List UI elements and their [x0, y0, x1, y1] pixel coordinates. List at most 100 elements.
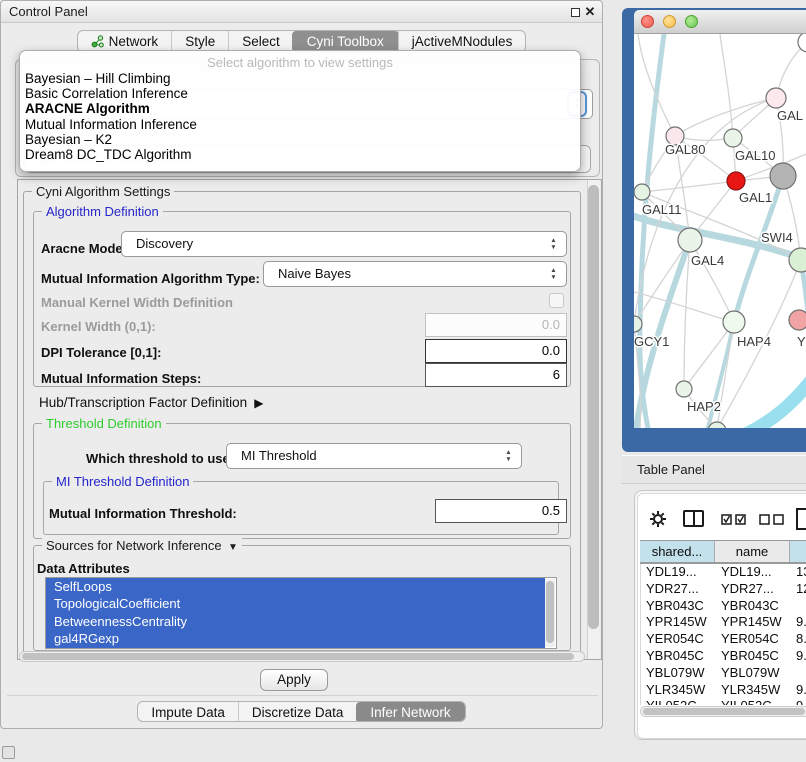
- list-vertical-scrollbar[interactable]: [545, 579, 555, 647]
- tab-cyni-toolbox[interactable]: Cyni Toolbox: [292, 31, 399, 52]
- mi-threshold-label: Mutual Information Threshold:: [49, 506, 237, 521]
- list-item-selected[interactable]: SelfLoops: [46, 578, 545, 595]
- scrollbar-thumb[interactable]: [22, 653, 574, 660]
- network-window-titlebar[interactable]: [634, 10, 806, 34]
- dropdown-item[interactable]: Bayesian – Hill Climbing: [20, 71, 580, 86]
- dropdown-item-selected[interactable]: ARACNE Algorithm: [20, 101, 580, 116]
- scrollbar-thumb[interactable]: [546, 581, 554, 643]
- node-table: shared... name YDL19...YDL19...13 YDR27.…: [640, 540, 806, 705]
- tab-infer-network[interactable]: Infer Network: [356, 702, 464, 722]
- node[interactable]: [678, 228, 702, 252]
- float-window-icon[interactable]: [571, 8, 580, 17]
- table-row[interactable]: YIL052CYIL052C9.: [641, 698, 806, 705]
- kernel-width-label: Kernel Width (0,1):: [41, 319, 156, 334]
- select-all-icon[interactable]: [721, 514, 747, 525]
- mi-type-combobox[interactable]: Naive Bayes ▲▼: [263, 261, 567, 287]
- network-node-labels: GAL GAL80 GAL10 GAL1 GAL11 GAL4 SWI4 GCY…: [634, 108, 806, 414]
- stepper-arrows-icon: ▲▼: [547, 236, 560, 253]
- network-canvas[interactable]: GAL GAL80 GAL10 GAL1 GAL11 GAL4 SWI4 GCY…: [634, 34, 806, 428]
- swoosh-edge: [746, 374, 806, 428]
- apply-button[interactable]: Apply: [260, 669, 328, 691]
- svg-text:HAP2: HAP2: [687, 399, 721, 414]
- hub-definition-toggle[interactable]: Hub/Transcription Factor Definition ▶: [39, 395, 263, 410]
- kernel-width-field[interactable]: 0.0: [425, 313, 567, 337]
- dropdown-item[interactable]: Bayesian – K2: [20, 132, 580, 147]
- table-horizontal-scrollbar[interactable]: [640, 706, 806, 717]
- scrollbar-thumb[interactable]: [643, 708, 805, 715]
- control-panel-titlebar[interactable]: Control Panel ✕: [1, 1, 602, 23]
- node[interactable]: [770, 163, 796, 189]
- settings-gear-icon[interactable]: [649, 510, 667, 528]
- dpi-tolerance-field[interactable]: 0.0: [425, 339, 567, 363]
- tab-style[interactable]: Style: [171, 31, 228, 52]
- which-threshold-combobox[interactable]: MI Threshold ▲▼: [226, 443, 522, 469]
- minimize-traffic-light[interactable]: [663, 15, 676, 28]
- zoom-traffic-light[interactable]: [685, 15, 698, 28]
- column-header[interactable]: [790, 541, 806, 562]
- settings-horizontal-scrollbar[interactable]: [19, 651, 585, 662]
- group-title[interactable]: Sources for Network Inference ▼: [42, 538, 242, 553]
- node[interactable]: [676, 381, 692, 397]
- node[interactable]: [634, 184, 650, 200]
- table-row[interactable]: YDL19...YDL19...13: [641, 564, 806, 581]
- table-panel-inner: shared... name YDL19...YDL19...13 YDR27.…: [637, 493, 806, 739]
- manual-kernel-checkbox[interactable]: [549, 293, 564, 308]
- close-icon[interactable]: ✕: [584, 6, 596, 18]
- column-header[interactable]: name: [715, 541, 790, 562]
- table-row[interactable]: YLR345WYLR345W9.: [641, 682, 806, 699]
- deselect-all-icon[interactable]: [759, 514, 785, 525]
- dropdown-item[interactable]: Dream8 DC_TDC Algorithm: [20, 147, 580, 162]
- group-title: MI Threshold Definition: [52, 474, 193, 489]
- node[interactable]: [724, 129, 742, 147]
- columns-icon[interactable]: [683, 510, 704, 527]
- network-graph: GAL GAL80 GAL10 GAL1 GAL11 GAL4 SWI4 GCY…: [634, 34, 806, 428]
- node-selected[interactable]: [727, 172, 745, 190]
- list-item-selected[interactable]: BetweennessCentrality: [46, 613, 545, 630]
- mi-threshold-field[interactable]: 0.5: [435, 499, 567, 523]
- scrollbar-thumb[interactable]: [588, 185, 599, 629]
- tab-network[interactable]: Network: [78, 31, 172, 52]
- group-title: Cyni Algorithm Settings: [32, 184, 174, 199]
- tab-label: Network: [109, 34, 159, 49]
- network-icon: [91, 35, 104, 48]
- node[interactable]: [766, 88, 786, 108]
- svg-text:GAL10: GAL10: [735, 148, 775, 163]
- table-row[interactable]: YBR045CYBR045C9.: [641, 648, 806, 665]
- svg-text:SWI4: SWI4: [761, 230, 793, 245]
- group-title: Algorithm Definition: [42, 204, 163, 219]
- svg-text:Y: Y: [797, 334, 806, 349]
- tab-jactivemnodules[interactable]: jActiveMNodules: [398, 31, 526, 52]
- table-row[interactable]: YBL079WYBL079W: [641, 665, 806, 682]
- table-row[interactable]: YDR27...YDR27...12: [641, 581, 806, 598]
- node[interactable]: [789, 310, 806, 330]
- collapsed-panel-icon[interactable]: [2, 746, 15, 759]
- node[interactable]: [723, 311, 745, 333]
- tab-impute-data[interactable]: Impute Data: [138, 702, 238, 722]
- svg-text:GAL4: GAL4: [691, 253, 724, 268]
- dpi-tolerance-label: DPI Tolerance [0,1]:: [41, 345, 161, 360]
- table-panel-titlebar[interactable]: Table Panel: [622, 455, 806, 484]
- list-item-selected[interactable]: gal4RGexp: [46, 630, 545, 647]
- list-item-selected[interactable]: TopologicalCoefficient: [46, 595, 545, 612]
- collapse-down-icon: ▼: [225, 542, 238, 553]
- aracne-mode-combobox[interactable]: Discovery ▲▼: [121, 231, 567, 257]
- table-row[interactable]: YER054CYER054C8.: [641, 631, 806, 648]
- stepper-arrows-icon: ▲▼: [502, 448, 515, 465]
- dropdown-item[interactable]: Basic Correlation Inference: [20, 86, 580, 101]
- mi-steps-field[interactable]: 6: [425, 363, 567, 387]
- separator: [7, 695, 598, 696]
- table-panel: shared... name YDL19...YDL19...13 YDR27.…: [634, 490, 806, 740]
- new-page-icon[interactable]: [795, 507, 806, 531]
- tab-discretize-data[interactable]: Discretize Data: [238, 702, 357, 722]
- tab-select[interactable]: Select: [228, 31, 293, 52]
- svg-text:GAL1: GAL1: [739, 190, 772, 205]
- svg-text:GAL11: GAL11: [642, 202, 682, 217]
- close-traffic-light[interactable]: [641, 15, 654, 28]
- column-header[interactable]: shared...: [640, 541, 715, 562]
- data-attributes-label: Data Attributes: [37, 561, 130, 576]
- table-body: YDL19...YDL19...13 YDR27...YDR27...12 YB…: [640, 564, 806, 705]
- dropdown-item[interactable]: Mutual Information Inference: [20, 117, 580, 132]
- table-row[interactable]: YPR145WYPR145W9.: [641, 614, 806, 631]
- table-row[interactable]: YBR043CYBR043C: [641, 598, 806, 615]
- data-attributes-list[interactable]: SelfLoops TopologicalCoefficient Between…: [45, 577, 557, 649]
